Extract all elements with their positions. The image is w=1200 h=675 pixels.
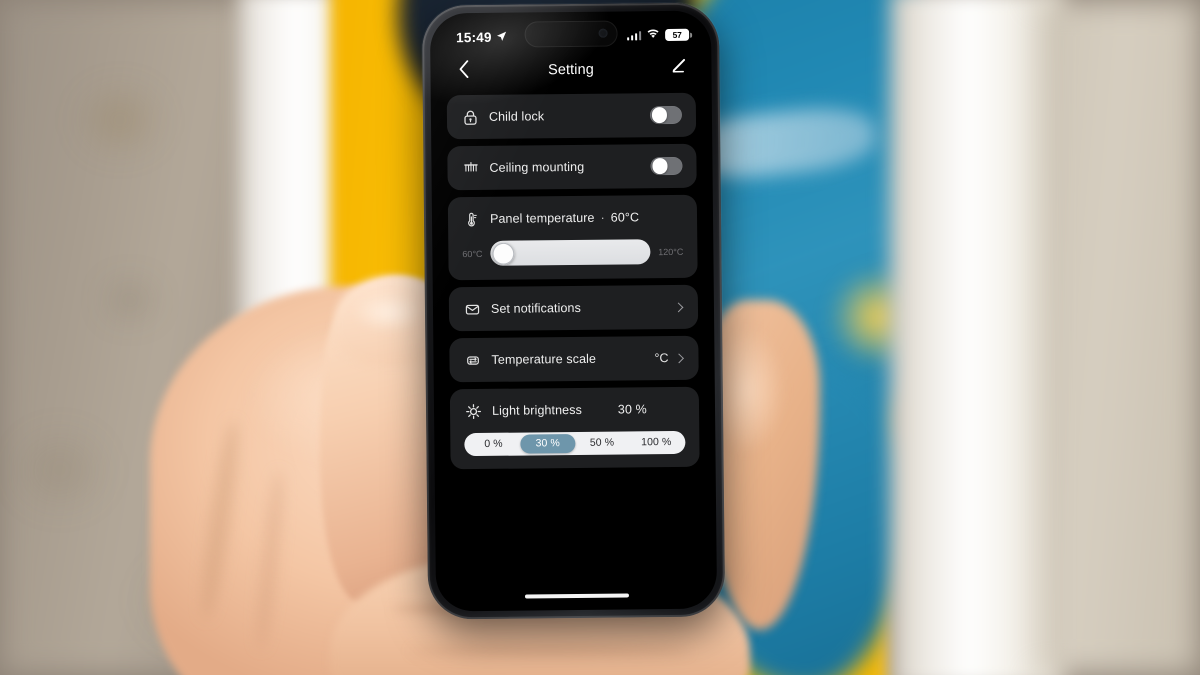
dynamic-island [523, 20, 618, 48]
set-notifications-label: Set notifications [490, 300, 581, 316]
back-button[interactable] [450, 58, 476, 84]
temperature-scale-value: °C [654, 351, 669, 366]
panel-temperature-separator: · [600, 210, 605, 225]
chevron-right-icon [673, 301, 684, 312]
slider-min-label: 60°C [462, 248, 483, 259]
chevron-left-icon [458, 59, 469, 83]
row-child-lock[interactable]: Child lock [447, 93, 696, 140]
swap-convert-icon [463, 350, 482, 369]
finger-crease [410, 646, 690, 656]
row-ceiling-mounting[interactable]: Ceiling mounting [447, 144, 696, 191]
page-title: Setting [547, 61, 594, 79]
cellular-bars-icon [626, 30, 642, 41]
brightness-option-100[interactable]: 100 % [629, 433, 683, 453]
wifi-icon [646, 26, 660, 44]
status-bar-indicators: 57 [626, 26, 690, 45]
nav-bar: Setting [430, 51, 711, 90]
phone-screen[interactable]: 15:49 57 Setting Child lock Ceiling moun… [429, 10, 718, 612]
row-light-brightness: Light brightness 30 % [450, 387, 699, 434]
toggle-knob [651, 158, 668, 174]
slider-max-label: 120°C [658, 246, 684, 257]
envelope-icon [463, 299, 482, 318]
status-bar-time-group: 15:49 [456, 29, 507, 45]
row-panel-temperature: Panel temperature · 60°C [448, 195, 697, 242]
panel-temperature-slider-group: 60°C 120°C [448, 239, 697, 281]
thermometer-icon [462, 209, 481, 228]
row-temperature-scale[interactable]: Temperature scale °C [449, 336, 698, 383]
light-brightness-segmented-group: 0 % 30 % 50 % 100 % [450, 430, 699, 470]
status-bar-time: 15:49 [456, 29, 492, 45]
battery-icon: 57 [665, 28, 690, 42]
pencil-edit-icon [670, 58, 687, 80]
card-temperature-scale: Temperature scale °C [449, 335, 699, 383]
location-arrow-icon [496, 29, 507, 44]
thumb-highlight [352, 292, 424, 332]
light-brightness-label: Light brightness [491, 402, 582, 418]
panel-temperature-label: Panel temperature [489, 210, 595, 226]
child-lock-label: Child lock [488, 109, 545, 124]
row-set-notifications[interactable]: Set notifications [449, 285, 698, 332]
chevron-right-icon [674, 352, 684, 363]
ceiling-mount-icon [461, 158, 480, 177]
home-indicator[interactable] [524, 593, 629, 599]
card-light-brightness: Light brightness 30 % 0 % 30 % 50 % 100 … [449, 386, 700, 470]
smartphone: 15:49 57 Setting Child lock Ceiling moun… [421, 2, 726, 620]
card-child-lock: Child lock [446, 92, 697, 140]
panel-temperature-value: 60°C [610, 210, 640, 225]
card-panel-temperature: Panel temperature · 60°C 60°C 120°C [447, 194, 698, 281]
edit-button[interactable] [665, 56, 691, 82]
brightness-segmented-control[interactable]: 0 % 30 % 50 % 100 % [464, 430, 686, 457]
status-bar: 15:49 57 [430, 11, 711, 54]
toggle-knob [651, 107, 668, 123]
card-set-notifications: Set notifications [448, 284, 699, 332]
settings-list: Child lock Ceiling mounting Panel temper… [431, 87, 716, 470]
ceiling-mounting-toggle[interactable] [650, 156, 683, 176]
card-ceiling-mounting: Ceiling mounting [447, 143, 697, 191]
ceiling-mounting-label: Ceiling mounting [489, 159, 585, 175]
front-camera-icon [598, 28, 608, 38]
sun-brightness-icon [464, 401, 483, 420]
panel-temperature-slider[interactable] [490, 239, 651, 266]
light-brightness-value: 30 % [617, 402, 647, 417]
slider-handle[interactable] [491, 242, 515, 265]
lock-icon [461, 107, 480, 126]
temperature-scale-label: Temperature scale [491, 351, 597, 367]
child-lock-toggle[interactable] [649, 105, 683, 125]
brightness-option-0[interactable]: 0 % [466, 435, 520, 455]
brightness-option-30[interactable]: 30 % [520, 433, 575, 454]
brightness-option-50[interactable]: 50 % [575, 433, 629, 453]
